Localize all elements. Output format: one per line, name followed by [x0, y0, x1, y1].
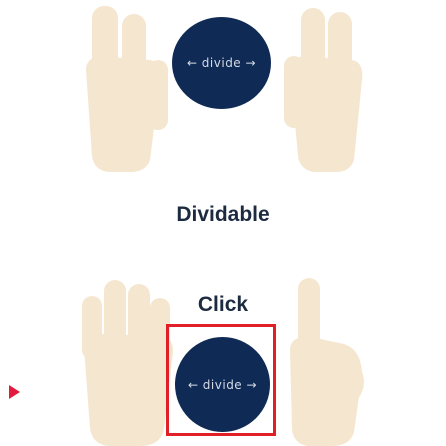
play-triangle-icon — [9, 385, 20, 399]
divide-orb-top[interactable]: ← divide → — [172, 17, 271, 109]
two-finger-hand-icon — [86, 6, 168, 172]
page-title: Dividable — [176, 203, 270, 226]
dividable-stage: ← divide → Dividable Click ← divide → — [0, 0, 446, 446]
instruction-label: Click — [197, 293, 249, 316]
two-finger-hand-icon — [284, 8, 363, 172]
divide-orb-bottom[interactable]: ← divide → — [175, 337, 270, 432]
